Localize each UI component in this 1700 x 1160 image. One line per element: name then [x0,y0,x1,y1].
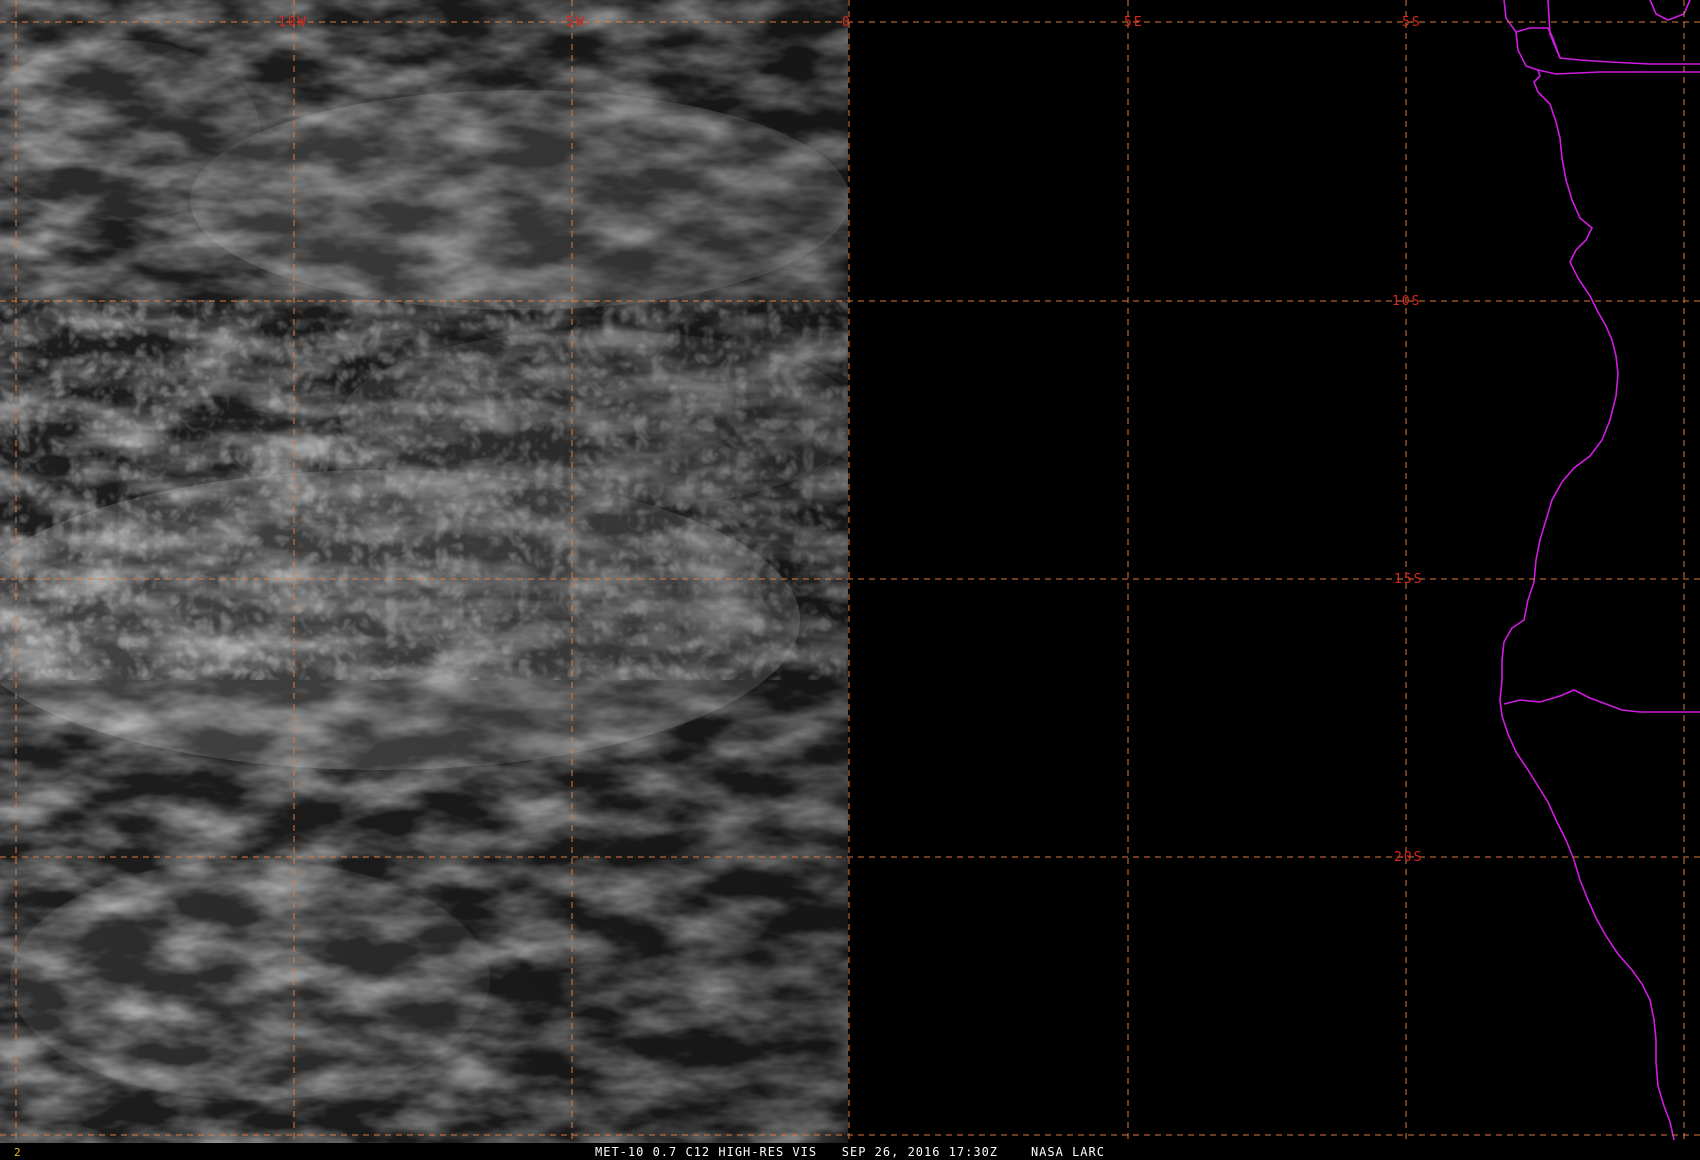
lat-label-10s: 10S [1392,294,1421,309]
image-caption: MET-10 0.7 C12 HIGH-RES VIS SEP 26, 2016… [0,1145,1700,1159]
lon-label-5e: 5E [1124,15,1144,30]
status-bar: 2 MET-10 0.7 C12 HIGH-RES VIS SEP 26, 20… [0,1143,1700,1160]
lat-label-15s: 15S [1394,572,1423,587]
lat-label-20s: 20S [1394,850,1423,865]
lat-label-5s: 5S [1402,15,1422,30]
caption-product: MET-10 0.7 C12 HIGH-RES VIS [595,1145,818,1159]
lon-label-0: 0 [842,15,852,30]
lon-label-10w: 10W [278,15,307,30]
satellite-image: 10W 5W 0 5E 5S 10S 15S 20S [0,0,1700,1143]
lon-label-5w: 5W [566,15,586,30]
no-data-east [848,0,1700,1143]
visible-imagery-west [0,0,860,1143]
caption-datetime: SEP 26, 2016 17:30Z [841,1145,999,1159]
caption-source: NASA LARC [1030,1145,1105,1159]
